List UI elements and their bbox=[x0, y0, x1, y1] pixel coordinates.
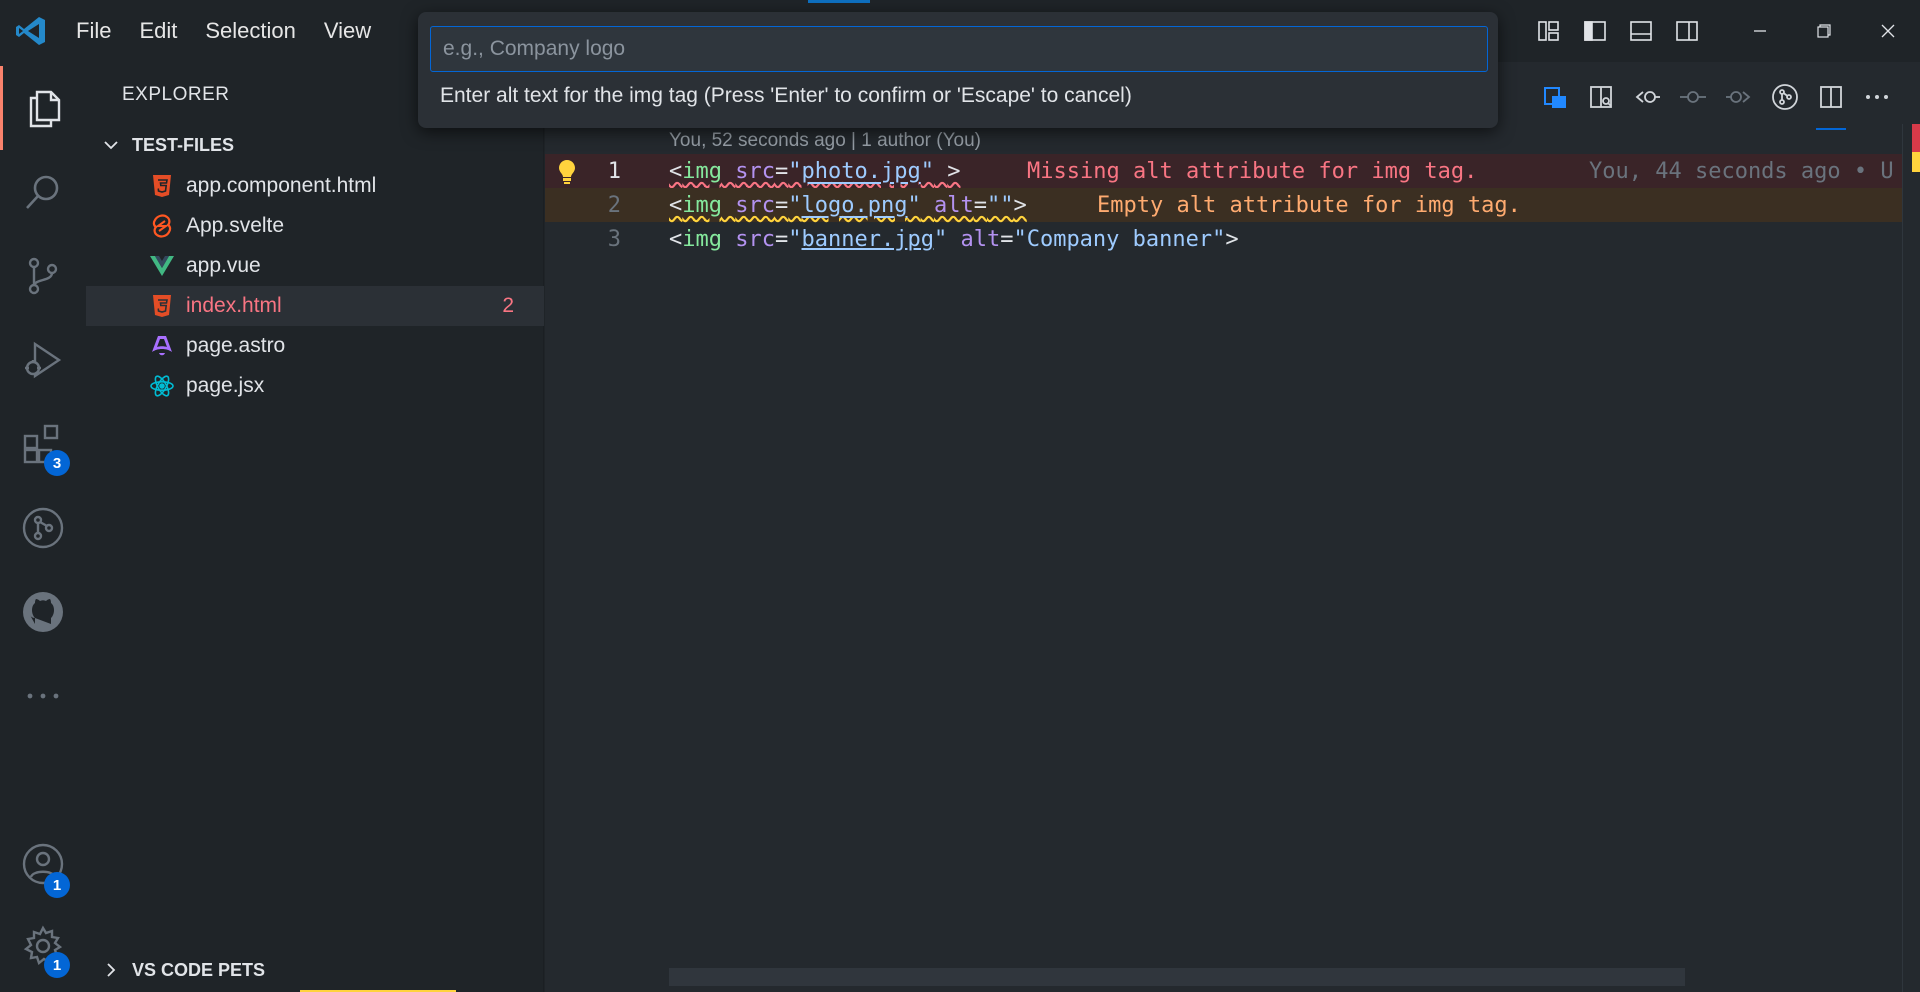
file-name: app.vue bbox=[186, 254, 261, 277]
quick-input-message: Enter alt text for the img tag (Press 'E… bbox=[440, 84, 1132, 107]
html-icon bbox=[148, 292, 176, 320]
quick-input-widget: Enter alt text for the img tag (Press 'E… bbox=[418, 12, 1498, 128]
customize-layout-icon[interactable] bbox=[1526, 14, 1572, 48]
problem-count: 2 bbox=[502, 294, 514, 317]
pets-section-header[interactable]: VS CODE PETS bbox=[86, 952, 544, 988]
preview-icon[interactable] bbox=[1532, 74, 1578, 120]
explorer-icon[interactable] bbox=[0, 66, 86, 150]
accounts-badge: 1 bbox=[44, 872, 70, 898]
source-control-icon[interactable] bbox=[0, 234, 86, 318]
code-text: <img src="banner.jpg" alt="Company banne… bbox=[669, 226, 1239, 252]
overview-ruler[interactable] bbox=[1902, 124, 1920, 992]
code-line-2[interactable]: 2 <img src="logo.png" alt=""> Empty alt … bbox=[545, 188, 1903, 222]
line-number: 2 bbox=[607, 192, 621, 218]
explorer-sidebar: EXPLORER TEST-FILES app.component.html A… bbox=[86, 62, 544, 992]
search-icon[interactable] bbox=[0, 150, 86, 234]
alt-value: Company banner bbox=[1026, 226, 1213, 252]
react-icon bbox=[148, 372, 176, 400]
settings-badge: 1 bbox=[44, 952, 70, 978]
menu-file[interactable]: File bbox=[62, 18, 125, 44]
sidebar-title: EXPLORER bbox=[122, 84, 230, 105]
code-text: <img src="logo.png" alt=""> bbox=[669, 192, 1027, 218]
open-changes-next-icon[interactable] bbox=[1716, 74, 1762, 120]
file-name: index.html bbox=[186, 294, 282, 317]
toggle-secondary-sidebar-icon[interactable] bbox=[1664, 14, 1710, 48]
editor: You, 52 seconds ago | 1 author (You) 1 <… bbox=[545, 62, 1920, 992]
split-editor-icon[interactable] bbox=[1808, 74, 1854, 130]
file-item-app-component-html[interactable]: app.component.html bbox=[86, 166, 544, 206]
run-and-debug-icon[interactable] bbox=[0, 318, 86, 402]
code-line-3[interactable]: 3 <img src="banner.jpg" alt="Company ban… bbox=[545, 222, 1903, 256]
extensions-badge: 3 bbox=[44, 450, 70, 476]
inline-blame: You, 44 seconds ago • U bbox=[1589, 158, 1894, 184]
extensions-icon[interactable]: 3 bbox=[0, 402, 86, 486]
horizontal-scrollbar[interactable] bbox=[669, 968, 1685, 986]
chevron-right-icon bbox=[96, 961, 126, 979]
src-link[interactable]: photo.jpg bbox=[802, 159, 921, 184]
warning-marker bbox=[1912, 152, 1920, 172]
open-preview-to-side-icon[interactable] bbox=[1578, 74, 1624, 120]
diagnostic-message: Missing alt attribute for img tag. bbox=[1027, 158, 1478, 184]
folder-name: TEST-FILES bbox=[132, 134, 235, 155]
accounts-icon[interactable]: 1 bbox=[0, 822, 86, 906]
git-commit-icon[interactable] bbox=[1670, 74, 1716, 120]
window-controls bbox=[1526, 14, 1920, 48]
file-name: page.astro bbox=[186, 334, 286, 357]
chevron-down-icon bbox=[96, 136, 126, 154]
restore-icon[interactable] bbox=[1792, 14, 1856, 48]
code-text: <img src="photo.jpg" > bbox=[669, 158, 961, 184]
title-accent bbox=[808, 0, 870, 3]
file-name: app.component.html bbox=[186, 174, 377, 197]
src-link[interactable]: logo.png bbox=[802, 193, 908, 218]
menu-selection[interactable]: Selection bbox=[191, 18, 310, 44]
minimize-icon[interactable] bbox=[1728, 14, 1792, 48]
settings-gear-icon[interactable]: 1 bbox=[0, 904, 86, 988]
codelens-blame[interactable]: You, 52 seconds ago | 1 author (You) bbox=[669, 130, 981, 152]
svelte-icon bbox=[148, 212, 176, 240]
toggle-primary-sidebar-icon[interactable] bbox=[1572, 14, 1618, 48]
editor-toolbar bbox=[1532, 74, 1900, 130]
file-item-index-html[interactable]: index.html 2 bbox=[86, 286, 544, 326]
line-number: 3 bbox=[607, 226, 621, 252]
alt-text-input[interactable] bbox=[430, 26, 1488, 72]
git-graph-icon[interactable] bbox=[0, 486, 86, 570]
code-line-1[interactable]: 1 <img src="photo.jpg" > Missing alt att… bbox=[545, 154, 1903, 188]
more-actions-icon[interactable] bbox=[1854, 74, 1900, 120]
git-graph-view-icon[interactable] bbox=[1762, 74, 1808, 120]
file-item-page-astro[interactable]: page.astro bbox=[86, 326, 544, 366]
astro-icon bbox=[148, 332, 176, 360]
menu-edit[interactable]: Edit bbox=[125, 18, 191, 44]
html-icon bbox=[148, 172, 176, 200]
diagnostic-message: Empty alt attribute for img tag. bbox=[1097, 192, 1521, 218]
github-icon[interactable] bbox=[0, 570, 86, 654]
activity-bar: 3 1 1 bbox=[0, 62, 86, 992]
src-link[interactable]: banner.jpg bbox=[802, 227, 934, 252]
file-item-page-jsx[interactable]: page.jsx bbox=[86, 366, 544, 406]
close-icon[interactable] bbox=[1856, 14, 1920, 48]
file-name: page.jsx bbox=[186, 374, 265, 397]
folder-header[interactable]: TEST-FILES bbox=[86, 127, 544, 163]
vscode-logo-icon[interactable] bbox=[14, 14, 48, 48]
vue-icon bbox=[148, 252, 176, 280]
menu-view[interactable]: View bbox=[310, 18, 385, 44]
file-name: App.svelte bbox=[186, 214, 285, 237]
error-marker bbox=[1912, 124, 1920, 152]
more-views-icon[interactable] bbox=[0, 654, 86, 738]
line-number: 1 bbox=[607, 158, 621, 184]
open-changes-previous-icon[interactable] bbox=[1624, 74, 1670, 120]
menu-bar: File Edit Selection View bbox=[62, 0, 385, 62]
file-item-app-vue[interactable]: app.vue bbox=[86, 246, 544, 286]
active-indicator bbox=[1816, 128, 1846, 130]
file-item-app-svelte[interactable]: App.svelte bbox=[86, 206, 544, 246]
pets-section-label: VS CODE PETS bbox=[132, 959, 266, 980]
toggle-panel-icon[interactable] bbox=[1618, 14, 1664, 48]
